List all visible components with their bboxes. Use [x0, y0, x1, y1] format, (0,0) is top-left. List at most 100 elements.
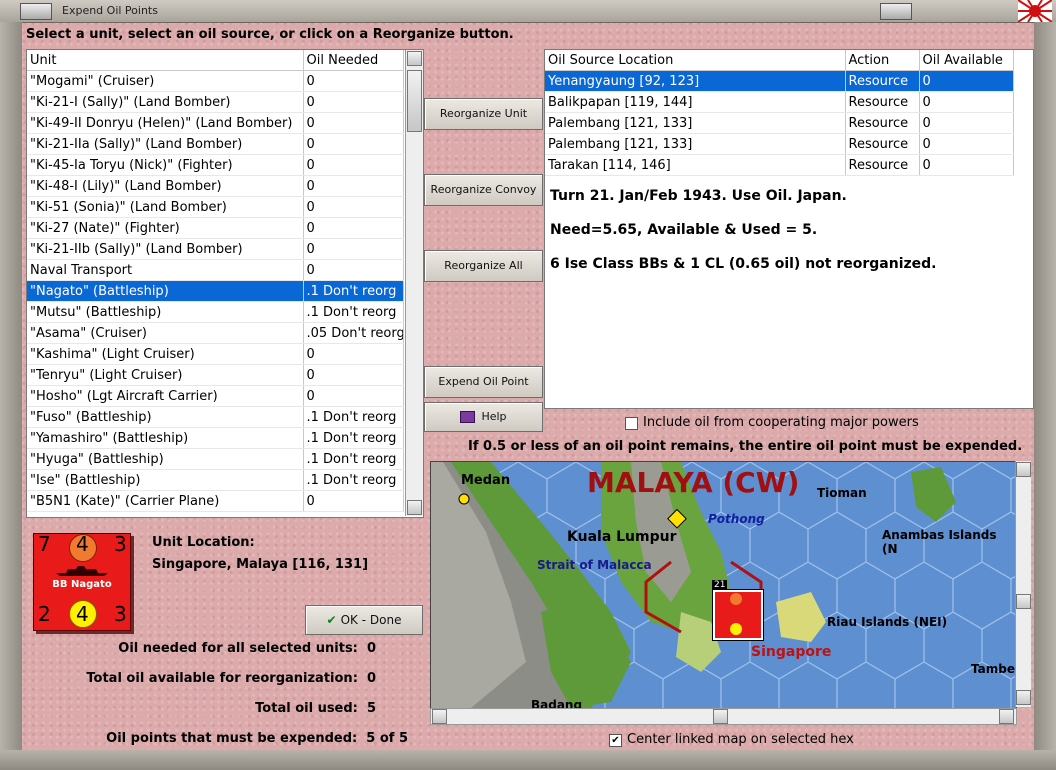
- units-list[interactable]: Unit Oil Needed "Mogami" (Cruiser) 0 "Ki-2…: [26, 49, 424, 518]
- include-oil-label[interactable]: Include oil from cooperating major power…: [643, 415, 919, 430]
- map-vscroll-thumb[interactable]: [1016, 594, 1031, 609]
- unit-row[interactable]: "B5N1 (Kate)" (Carrier Plane) 0: [27, 490, 404, 512]
- japan-flag-icon: [1018, 0, 1052, 22]
- expend-oil-point-button[interactable]: Expend Oil Point: [424, 366, 543, 398]
- ok-done-button[interactable]: ✔ OK - Done: [305, 605, 423, 635]
- column-header-oil-source[interactable]: Oil Source Location: [545, 50, 846, 71]
- map-view[interactable]: MALAYA (CW) Medan Kuala Lumpur Pothong S…: [430, 461, 1017, 709]
- center-map-checkbox[interactable]: ✔: [609, 734, 622, 747]
- scroll-thumb[interactable]: [407, 70, 422, 132]
- oil-available-cell: 0: [919, 112, 1014, 134]
- close-button[interactable]: [880, 3, 912, 20]
- unit-row[interactable]: "Yamashiro" (Battleship) .1 Don't reorg: [27, 427, 404, 449]
- unit-name-cell: "B5N1 (Kate)" (Carrier Plane): [27, 490, 304, 512]
- unit-row[interactable]: "Ki-21-IIa (Sally)" (Land Bomber) 0: [27, 133, 404, 155]
- map-hscroll-thumb[interactable]: [713, 709, 728, 724]
- unit-row[interactable]: "Hyuga" (Battleship) .1 Don't reorg: [27, 448, 404, 470]
- action-cell: Resource: [845, 91, 920, 113]
- oil-needed-cell: 0: [303, 91, 404, 113]
- info-reorg-line: 6 Ise Class BBs & 1 CL (0.65 oil) not re…: [550, 256, 937, 272]
- reorganize-convoy-button[interactable]: Reorganize Convoy: [424, 174, 543, 206]
- unit-name-cell: "Kashima" (Light Cruiser): [27, 343, 304, 365]
- unit-row[interactable]: "Ki-45-Ia Toryu (Nick)" (Fighter) 0: [27, 154, 404, 176]
- unit-row[interactable]: "Mutsu" (Battleship) .1 Don't reorg: [27, 301, 404, 323]
- map-label-tioman: Tioman: [817, 486, 867, 500]
- unit-name-cell: "Nagato" (Battleship): [27, 280, 304, 302]
- unit-row[interactable]: Naval Transport 0: [27, 259, 404, 281]
- column-header-oil-needed[interactable]: Oil Needed: [303, 50, 404, 71]
- column-header-oil-available[interactable]: Oil Available: [919, 50, 1014, 71]
- unit-row[interactable]: "Tenryu" (Light Cruiser) 0: [27, 364, 404, 386]
- unit-name-cell: Naval Transport: [27, 259, 304, 281]
- system-menu-button[interactable]: [20, 3, 52, 20]
- unit-row[interactable]: "Ki-27 (Nate)" (Fighter) 0: [27, 217, 404, 239]
- unit-row[interactable]: "Ki-21-I (Sally)" (Land Bomber) 0: [27, 91, 404, 113]
- oil-source-row[interactable]: Palembang [121, 133] Resource 0: [545, 133, 1014, 155]
- oil-source-row[interactable]: Yenangyaung [92, 123] Resource 0: [545, 70, 1014, 92]
- unit-row[interactable]: "Ise" (Battleship) .1 Don't reorg: [27, 469, 404, 491]
- unit-name-cell: "Fuso" (Battleship): [27, 406, 304, 428]
- action-cell: Resource: [845, 133, 920, 155]
- unit-name-cell: "Ki-21-I (Sally)" (Land Bomber): [27, 91, 304, 113]
- oil-needed-cell: .1 Don't reorg: [303, 406, 404, 428]
- unit-row[interactable]: "Ki-49-II Donryu (Helen)" (Land Bomber) 0: [27, 112, 404, 134]
- counter-bottom-left: 2: [38, 602, 51, 626]
- oil-needed-cell: .1 Don't reorg: [303, 427, 404, 449]
- unit-row[interactable]: "Ki-51 (Sonia)" (Land Bomber) 0: [27, 196, 404, 218]
- unit-name-cell: "Ise" (Battleship): [27, 469, 304, 491]
- unit-name-cell: "Mutsu" (Battleship): [27, 301, 304, 323]
- map-horizontal-scrollbar[interactable]: [430, 708, 1017, 725]
- unit-row[interactable]: "Fuso" (Battleship) .1 Don't reorg: [27, 406, 404, 428]
- unit-row[interactable]: "Kashima" (Light Cruiser) 0: [27, 343, 404, 365]
- frame-right: [1034, 22, 1056, 750]
- oil-needed-cell: 0: [303, 196, 404, 218]
- counter-unit-name: BB Nagato: [52, 579, 112, 590]
- map-scroll-left-icon[interactable]: [432, 709, 447, 724]
- unit-counter[interactable]: 7 4 3 BB Nagato 2 4 3: [33, 532, 131, 631]
- oil-source-row[interactable]: Tarakan [114, 146] Resource 0: [545, 154, 1014, 176]
- reorganize-unit-button[interactable]: Reorganize Unit: [424, 98, 543, 130]
- map-vertical-scrollbar[interactable]: [1015, 461, 1031, 707]
- window-title: Expend Oil Points: [62, 4, 158, 17]
- unit-row[interactable]: "Ki-21-IIb (Sally)" (Land Bomber) 0: [27, 238, 404, 260]
- unit-name-cell: "Ki-27 (Nate)" (Fighter): [27, 217, 304, 239]
- oil-available-cell: 0: [919, 154, 1014, 176]
- map-unit-counter[interactable]: 21: [712, 580, 764, 641]
- unit-name-cell: "Mogami" (Cruiser): [27, 70, 304, 92]
- unit-row[interactable]: "Ki-48-I (Lily)" (Land Bomber) 0: [27, 175, 404, 197]
- scroll-down-arrow-icon[interactable]: [407, 500, 422, 515]
- counter-top-value: 4: [76, 532, 89, 556]
- map-scroll-down-icon[interactable]: [1016, 690, 1031, 705]
- oil-needed-cell: 0: [303, 70, 404, 92]
- unit-name-cell: "Hosho" (Lgt Aircraft Carrier): [27, 385, 304, 407]
- unit-row[interactable]: "Mogami" (Cruiser) 0: [27, 70, 404, 92]
- scroll-up-arrow-icon[interactable]: [407, 51, 422, 66]
- help-button[interactable]: Help: [424, 402, 543, 432]
- oil-needed-cell: 0: [303, 238, 404, 260]
- oil-available-cell: 0: [919, 133, 1014, 155]
- unit-row[interactable]: "Hosho" (Lgt Aircraft Carrier) 0: [27, 385, 404, 407]
- include-oil-checkbox[interactable]: [625, 417, 638, 430]
- unit-row[interactable]: "Nagato" (Battleship) .1 Don't reorg: [27, 280, 404, 302]
- oil-needed-cell: .1 Don't reorg: [303, 469, 404, 491]
- oil-source-row[interactable]: Balikpapan [119, 144] Resource 0: [545, 91, 1014, 113]
- column-header-action[interactable]: Action: [845, 50, 920, 71]
- unit-name-cell: "Ki-48-I (Lily)" (Land Bomber): [27, 175, 304, 197]
- reorganize-all-button[interactable]: Reorganize All: [424, 250, 543, 282]
- center-map-label[interactable]: Center linked map on selected hex: [627, 732, 854, 747]
- map-scroll-right-icon[interactable]: [999, 709, 1014, 724]
- units-scrollbar[interactable]: [405, 50, 423, 516]
- map-region-label: MALAYA (CW): [587, 466, 800, 499]
- map-scroll-up-icon[interactable]: [1016, 462, 1031, 477]
- map-counter-top-circle: [730, 593, 742, 605]
- unit-name-cell: "Asama" (Cruiser): [27, 322, 304, 344]
- oil-sources-table[interactable]: Oil Source Location Action Oil Available…: [545, 50, 1014, 176]
- column-header-unit[interactable]: Unit: [27, 50, 304, 71]
- oil-needed-cell: 0: [303, 217, 404, 239]
- unit-row[interactable]: "Asama" (Cruiser) .05 Don't reorg: [27, 322, 404, 344]
- checkmark-icon: ✔: [326, 613, 337, 627]
- oil-source-row[interactable]: Palembang [121, 133] Resource 0: [545, 112, 1014, 134]
- help-book-icon: [460, 411, 476, 423]
- battleship-silhouette-icon: [56, 564, 108, 576]
- map-label-kuala-lumpur: Kuala Lumpur: [567, 529, 677, 545]
